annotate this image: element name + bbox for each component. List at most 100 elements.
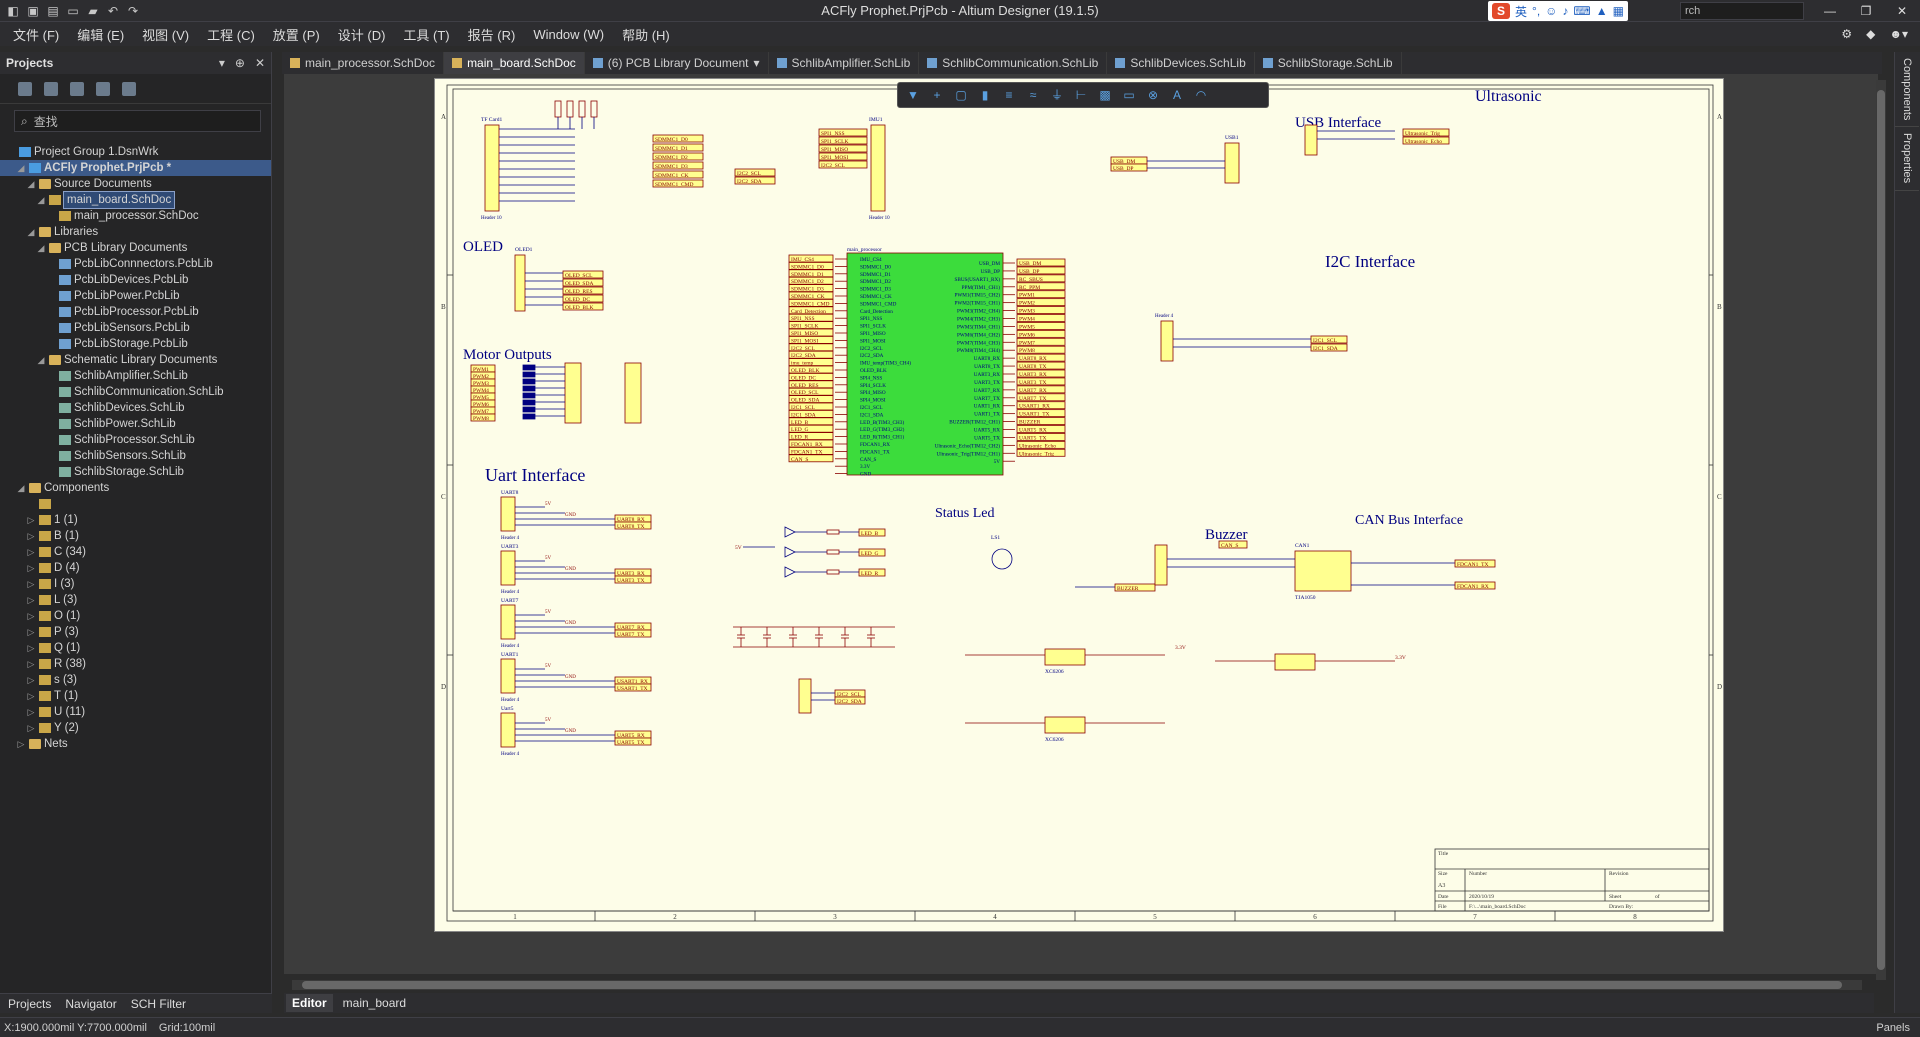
panels-button[interactable]: Panels — [1876, 1022, 1910, 1034]
expand-toggle-icon[interactable]: ▷ — [26, 608, 36, 624]
tab-projects[interactable]: Projects — [8, 997, 51, 1011]
menu-help[interactable]: 帮助 (H) — [613, 25, 679, 44]
tree-item[interactable]: PcbLibProcessor.PcbLib — [0, 304, 271, 320]
panel-close-icon[interactable]: ✕ — [255, 56, 265, 70]
components-panel-tab[interactable]: Components — [1895, 52, 1919, 128]
expand-toggle-icon[interactable]: ◢ — [26, 224, 36, 240]
open-project-icon[interactable]: ▰ — [86, 4, 100, 18]
tree-item[interactable]: SchlibSensors.SchLib — [0, 448, 271, 464]
panel-menu-icon[interactable]: ▾ — [219, 56, 225, 70]
menu-view[interactable]: 视图 (V) — [133, 25, 198, 44]
vertical-scroll-thumb[interactable] — [1877, 90, 1885, 970]
tab-editor[interactable]: Editor — [286, 994, 333, 1012]
menu-edit[interactable]: 编辑 (E) — [68, 25, 133, 44]
tab-sch-filter[interactable]: SCH Filter — [131, 997, 186, 1011]
power-port-icon[interactable]: ⏚ — [1050, 88, 1064, 102]
save-project-icon[interactable] — [18, 81, 32, 96]
undo-icon[interactable]: ↶ — [106, 4, 120, 18]
user-icon[interactable]: ☻▾ — [1889, 27, 1908, 41]
app-icon[interactable]: ◧ — [6, 4, 20, 18]
expand-toggle-icon[interactable]: ▷ — [26, 544, 36, 560]
harness-icon[interactable]: ▩ — [1098, 88, 1112, 102]
expand-toggle-icon[interactable]: ▷ — [26, 624, 36, 640]
filter-icon[interactable]: ▼ — [906, 88, 920, 102]
tree-item[interactable]: ▷ Y (2) — [0, 720, 271, 736]
doc-tab[interactable]: main_processor.SchDoc — [282, 52, 445, 74]
vertical-scrollbar[interactable] — [1876, 80, 1886, 980]
tree-item[interactable]: ▷ Q (1) — [0, 640, 271, 656]
tree-item[interactable]: ▷ 1 (1) — [0, 512, 271, 528]
select-icon[interactable]: ▢ — [954, 88, 968, 102]
tree-item[interactable]: SchlibProcessor.SchLib — [0, 432, 271, 448]
keyboard-icon[interactable]: ⌨ — [1573, 4, 1590, 18]
tree-item[interactable]: ◢ Source Documents — [0, 176, 271, 192]
horizontal-scrollbar[interactable] — [292, 980, 1862, 990]
sogou-icon[interactable]: S — [1492, 3, 1510, 19]
doc-tab[interactable]: (6) PCB Library Document ▾ — [585, 52, 769, 74]
tab-navigator[interactable]: Navigator — [65, 997, 116, 1011]
schematic-canvas[interactable]: A A B B C C D D 1 2 3 4 5 6 7 8 Title Size A3 Number Revisio… — [284, 74, 1878, 974]
restore-icon[interactable]: ❐ — [1848, 0, 1884, 22]
tree-item[interactable]: ◢ main_board.SchDoc — [0, 191, 271, 209]
doc-tab[interactable]: SchlibStorage.SchLib — [1255, 52, 1402, 74]
tree-item[interactable]: PcbLibPower.PcbLib — [0, 288, 271, 304]
align-icon[interactable]: ▮ — [978, 88, 992, 102]
ime-toolbar[interactable]: S 英 °, ☺ ♪ ⌨ ▲ ▦ — [1488, 1, 1628, 21]
expand-toggle-icon[interactable]: ▷ — [16, 736, 26, 752]
tree-item[interactable]: ▷ T (1) — [0, 688, 271, 704]
schematic-sheet[interactable]: A A B B C C D D 1 2 3 4 5 6 7 8 Title Size A3 Number Revisio… — [434, 78, 1724, 932]
tree-item[interactable]: ▷ D (4) — [0, 560, 271, 576]
punctuation-icon[interactable]: °, — [1532, 4, 1540, 18]
port-icon[interactable]: ▭ — [1122, 88, 1136, 102]
menu-file[interactable]: 文件 (F) — [4, 25, 68, 44]
doc-tab[interactable]: main_board.SchDoc — [444, 52, 585, 74]
emoji-icon[interactable]: ☺ — [1545, 4, 1557, 18]
global-search-input[interactable]: rch — [1680, 2, 1804, 20]
menu-window[interactable]: Window (W) — [524, 27, 613, 42]
tree-item[interactable]: ▷ s (3) — [0, 672, 271, 688]
bus-icon[interactable]: ⊢ — [1074, 88, 1088, 102]
grid-menu-icon[interactable]: ▦ — [1613, 4, 1624, 18]
tree-item[interactable]: ▷ R (38) — [0, 656, 271, 672]
tree-item[interactable]: ◢ PCB Library Documents — [0, 240, 271, 256]
ime-lang[interactable]: 英 — [1515, 3, 1527, 20]
wire-icon[interactable]: ≈ — [1026, 88, 1040, 102]
skin-icon[interactable]: ▲ — [1596, 4, 1608, 18]
menu-tools[interactable]: 工具 (T) — [394, 25, 458, 44]
properties-panel-tab[interactable]: Properties — [1895, 127, 1919, 191]
close-folder-icon[interactable] — [96, 81, 110, 96]
expand-toggle-icon[interactable]: ▷ — [26, 576, 36, 592]
tree-item[interactable]: SchlibPower.SchLib — [0, 416, 271, 432]
project-search-field[interactable]: ⌕ 查找 — [14, 110, 261, 132]
expand-toggle-icon[interactable]: ◢ — [16, 480, 26, 496]
dropdown-icon[interactable]: ▾ — [754, 56, 760, 70]
tree-item[interactable]: ◢ Libraries — [0, 224, 271, 240]
expand-toggle-icon[interactable]: ◢ — [26, 176, 36, 192]
tree-item[interactable]: ◢ Components — [0, 480, 271, 496]
tree-item[interactable]: SchlibDevices.SchLib — [0, 400, 271, 416]
tree-item[interactable]: ◢ ACFly Prophet.PrjPcb * — [0, 160, 271, 176]
minimize-icon[interactable]: — — [1812, 0, 1848, 22]
tree-item[interactable]: PcbLibSensors.PcbLib — [0, 320, 271, 336]
expand-toggle-icon[interactable]: ◢ — [16, 160, 26, 176]
tree-item[interactable]: PcbLibConnnectors.PcbLib — [0, 256, 271, 272]
arc-icon[interactable]: ◠ — [1194, 88, 1208, 102]
tree-item[interactable]: main_processor.SchDoc — [0, 208, 271, 224]
open-folder-icon[interactable] — [70, 81, 84, 96]
gear-icon[interactable]: ⚙ — [1841, 27, 1852, 41]
expand-toggle-icon[interactable]: ◢ — [36, 192, 46, 208]
doc-tab[interactable]: SchlibAmplifier.SchLib — [769, 52, 920, 74]
tree-item[interactable]: ▷ U (11) — [0, 704, 271, 720]
tree-item[interactable]: ▷ Nets — [0, 736, 271, 752]
expand-toggle-icon[interactable]: ▷ — [26, 672, 36, 688]
tab-main-board[interactable]: main_board — [337, 994, 412, 1012]
compile-icon[interactable] — [44, 81, 58, 96]
menu-place[interactable]: 放置 (P) — [264, 25, 329, 44]
tree-item[interactable]: ▷ P (3) — [0, 624, 271, 640]
tree-item[interactable]: ▷ B (1) — [0, 528, 271, 544]
tree-item[interactable]: Project Group 1.DsnWrk — [0, 144, 271, 160]
save-all-icon[interactable]: ▤ — [46, 4, 60, 18]
doc-tab[interactable]: SchlibDevices.SchLib — [1107, 52, 1255, 74]
tree-item[interactable]: ▷ I (3) — [0, 576, 271, 592]
move-icon[interactable]: + — [930, 88, 944, 102]
